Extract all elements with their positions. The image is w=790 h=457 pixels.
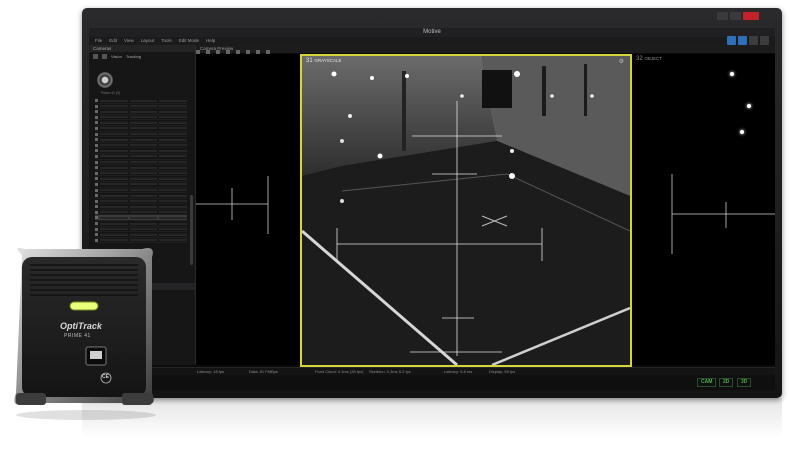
scrollbar[interactable] [190,195,193,265]
layout-button-3[interactable] [749,36,758,45]
title-bar: Motive [89,28,775,37]
layout-button-1[interactable] [727,36,736,45]
viewport-toolbar: Camera Preview [196,45,775,53]
gear-icon[interactable]: ⚙ [619,58,624,65]
optitrack-camera-device: OptiTrack PRIME 41 CE [2,243,170,423]
grayscale-image [302,56,630,365]
ce-mark: CE [102,374,109,380]
layout-button-2[interactable] [738,36,747,45]
window-controls [717,12,759,20]
tracking-label[interactable]: Tracking [126,54,141,60]
crosshair-graphic [196,176,269,234]
mode-bar: CAM 2D 3D [89,375,775,390]
mode-cam-button[interactable]: CAM [697,378,717,387]
camera-label-31: 31 GRAYSCALE [306,58,342,64]
menu-edit[interactable]: Edit [109,37,117,45]
window-title: Motive [423,29,441,35]
menu-layout[interactable]: Layout [141,37,155,45]
monitor-reflection [82,398,782,438]
brand-logo: OptiTrack [60,321,102,331]
layout-button-4[interactable] [760,36,769,45]
group-label: Prime 41 (9) [101,91,121,95]
menu-edit-mode[interactable]: Edit Mode [179,37,199,45]
layout-buttons [727,36,769,45]
maximize-button[interactable] [730,12,741,20]
minimize-button[interactable] [717,12,728,20]
grid-icon[interactable] [93,54,98,59]
menu-view[interactable]: View [124,37,134,45]
camera-view-30[interactable] [196,54,301,365]
camera-mode: GRAYSCALE [314,58,342,63]
mode-3d-button[interactable]: 3D [737,378,752,387]
mode-2d-button[interactable]: 2D [719,378,734,387]
camera-lens-icon [97,72,113,88]
filter-label[interactable]: Vision [111,54,122,60]
motive-window: Motive File Edit View Layout Tools Edit … [89,28,775,390]
camera-list [95,98,188,244]
cameras-toolbar: Vision Tracking [89,52,195,62]
list-icon[interactable] [102,54,107,59]
camera-number: 31 [306,58,313,64]
camera-view-32[interactable]: 32 OBJECT [632,54,775,365]
camera-view-31-selected[interactable]: 31 GRAYSCALE ⚙ [300,54,632,367]
menu-file[interactable]: File [95,37,102,45]
menu-bar: File Edit View Layout Tools Edit Mode He… [89,36,775,45]
menu-help[interactable]: Help [206,37,215,45]
crosshair-graphic [671,174,775,254]
cameras-panel-title: Cameras [89,45,195,52]
close-button[interactable] [743,12,759,20]
menu-tools[interactable]: Tools [161,37,172,45]
model-label: PRIME 41 [64,333,91,339]
